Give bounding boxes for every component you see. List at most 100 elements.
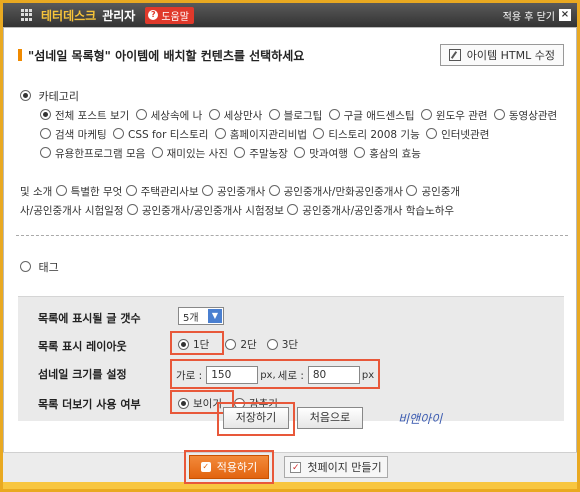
content-panel: "섬네일 목록형" 아이템에 배치할 컨텐츠를 선택하세요 아이템 HTML 수… [3, 27, 577, 482]
make-first-page-button[interactable]: ✓ 첫페이지 만들기 [284, 456, 388, 478]
category-option-radio[interactable] [234, 147, 246, 158]
category-option-label: 인터넷관련 [441, 129, 490, 141]
category-option-radio[interactable] [135, 109, 147, 120]
category-option-radio[interactable] [493, 109, 505, 120]
category-option[interactable]: 세상속에 나 [135, 109, 203, 122]
category-option[interactable]: 홍삼의 효능 [354, 147, 421, 160]
category-option-radio[interactable] [328, 109, 340, 120]
apply-button[interactable]: ✓ 적용하기 [189, 455, 269, 479]
category-option[interactable]: 유용한프로그램 모음 [40, 147, 145, 160]
category-option-radio[interactable] [268, 109, 280, 120]
category-radio-row[interactable]: 카테고리 [20, 88, 79, 104]
category-option-radio[interactable] [354, 147, 366, 158]
grid-menu-icon[interactable] [21, 9, 33, 21]
category-option-radio[interactable] [420, 109, 432, 120]
category-option[interactable]: 블로그팁 [268, 109, 322, 122]
category-option[interactable]: 공인중개사/공인중개사 시험정보 [126, 204, 284, 217]
category-option-label: 특별한 무엇 [70, 186, 123, 198]
layout-radio-2[interactable] [225, 339, 237, 350]
category-option-radio[interactable] [294, 147, 306, 158]
category-option[interactable]: 맛과여행 [294, 147, 348, 160]
category-option-radio[interactable] [151, 147, 163, 158]
category-option-radio[interactable] [426, 128, 438, 139]
category-option-label: 및 소개 [20, 186, 53, 198]
layout-option-label: 2단 [240, 339, 257, 351]
category-option-label: 세상만사 [223, 110, 263, 122]
title-bar: 테터데스크 관리자 ? 도움말 적용 후 닫기 × [3, 3, 577, 27]
category-option[interactable]: 세상만사 [208, 109, 263, 122]
first-page-label: 첫페이지 만들기 [307, 461, 382, 474]
signature-text: 비앤아이 [398, 412, 443, 426]
category-option-radio[interactable] [214, 128, 226, 139]
category-option-radio[interactable] [313, 128, 325, 139]
width-input[interactable]: 150 [206, 366, 259, 384]
category-option[interactable]: 인터넷관련 [426, 128, 490, 141]
save-button[interactable]: 저장하기 [223, 407, 289, 429]
category-option[interactable]: 홈페이지관리비법 [214, 128, 307, 141]
category-option-label: 공인중개사/공인중개사 학습노하우 [302, 205, 455, 217]
help-label: 도움말 [161, 11, 189, 23]
category-option-label: 동영상관련 [508, 110, 558, 122]
category-option-label: 전체 포스트 보기 [55, 110, 130, 122]
category-option-label: 맛과여행 [309, 148, 348, 160]
category-option-radio[interactable] [208, 109, 220, 120]
category-option[interactable]: 주택관리사보 [125, 185, 199, 198]
category-option-radio[interactable] [55, 185, 67, 196]
category-option[interactable]: 재미있는 사진 [151, 147, 228, 160]
category-label: 카테고리 [38, 90, 79, 103]
category-option-label: 세상속에 나 [150, 110, 203, 122]
category-option-radio[interactable] [268, 185, 280, 196]
close-after-apply-label[interactable]: 적용 후 닫기 [503, 8, 555, 23]
height-label: 세로 : [277, 369, 304, 382]
category-option-radio[interactable] [40, 128, 51, 139]
category-option-radio[interactable] [201, 185, 213, 196]
category-option[interactable]: 특별한 무엇 [55, 185, 123, 198]
check-icon: ✓ [200, 462, 211, 472]
layout-radio-3[interactable] [266, 339, 278, 350]
category-option[interactable]: 검색 마케팅 [40, 128, 107, 141]
category-option-radio[interactable] [40, 147, 51, 158]
show-more-radio[interactable] [178, 398, 189, 409]
category-option[interactable]: 공인중개사/공인중개사 학습노하우 [287, 204, 455, 217]
category-option-label: 재미있는 사진 [166, 148, 228, 160]
category-option-label: 검색 마케팅 [55, 129, 107, 141]
size-label: 섬네일 크기를 설정 [38, 368, 127, 381]
category-list-continued: 및 소개 특별한 무엇 주택관리사보 공인중개사 공인중개사/만화공인중개사 공… [20, 183, 570, 221]
reset-button[interactable]: 처음으로 [297, 407, 363, 429]
height-input[interactable]: 80 [307, 366, 360, 384]
more-label: 목록 더보기 사용 여부 [38, 398, 141, 411]
count-select[interactable]: 5개 ▼ [178, 307, 224, 325]
category-option[interactable]: 공인중개사 [201, 185, 266, 198]
check-icon: ✓ [290, 461, 302, 473]
category-option-radio[interactable] [406, 185, 418, 196]
width-unit: px, [260, 369, 276, 381]
orange-marker [18, 49, 22, 61]
category-option-radio[interactable] [126, 204, 138, 215]
tag-radio-row[interactable]: 태그 [20, 259, 59, 275]
category-option-radio[interactable] [40, 109, 51, 120]
category-option-label: 구글 애드센스팁 [343, 110, 415, 122]
close-icon[interactable]: × [559, 9, 571, 21]
category-option[interactable]: 전체 포스트 보기 [40, 109, 130, 122]
category-option[interactable]: 윈도우 관련 [420, 109, 488, 122]
category-option[interactable]: 공인중개사/만화공인중개사 [268, 185, 403, 198]
category-option[interactable]: 구글 애드센스팁 [328, 109, 415, 122]
category-option-radio[interactable] [125, 185, 137, 196]
category-option[interactable]: CSS for 티스토리 [112, 128, 209, 141]
chevron-down-icon[interactable]: ▼ [208, 309, 222, 323]
category-option[interactable]: 공인중개 [406, 185, 461, 198]
category-option[interactable]: 동영상관련 [493, 109, 558, 122]
category-option-label: CSS for 티스토리 [127, 129, 209, 141]
category-option-label: 공인중개사 [216, 186, 266, 198]
layout-radio-1[interactable] [178, 339, 189, 350]
help-button[interactable]: ? 도움말 [145, 6, 194, 24]
edit-html-button[interactable]: 아이템 HTML 수정 [439, 44, 564, 66]
category-option-label: 공인중개 [421, 186, 461, 198]
tag-radio[interactable] [20, 261, 31, 272]
category-option[interactable]: 티스토리 2008 기능 [313, 128, 420, 141]
category-radio[interactable] [20, 90, 31, 101]
apply-label: 적용하기 [216, 461, 258, 474]
category-option-radio[interactable] [287, 204, 299, 215]
category-option[interactable]: 주말농장 [234, 147, 288, 160]
category-option-radio[interactable] [112, 128, 124, 139]
